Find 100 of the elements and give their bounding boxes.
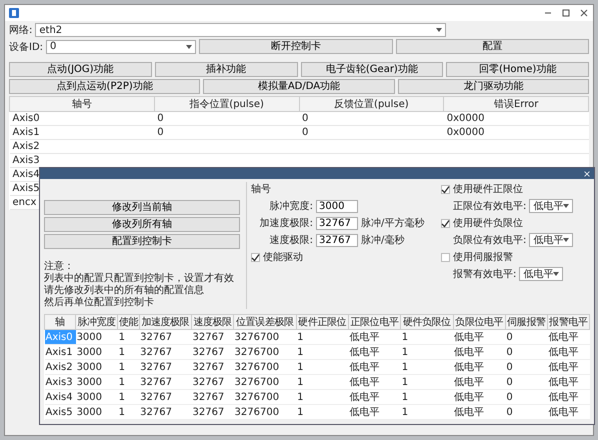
column-header: 轴号 (10, 96, 154, 112)
caret-icon (563, 204, 570, 208)
dialog-button[interactable]: 配置到控制卡 (44, 234, 240, 249)
table-cell: Axis0 (10, 112, 154, 126)
table-cell: 低电平 (453, 344, 506, 360)
table-cell: 1 (296, 390, 348, 404)
column-header: 位置误差极限 (234, 314, 296, 330)
column-header: 硬件负限位 (400, 314, 454, 330)
checkbox[interactable] (441, 218, 450, 228)
table-cell: 0 (505, 360, 548, 374)
table-cell: 32767 (191, 390, 234, 404)
table-cell: 32767 (139, 390, 192, 404)
table-cell: 32767 (139, 330, 192, 344)
device-id-dropdown[interactable]: 0 (46, 40, 196, 54)
table-cell: 3276700 (234, 344, 296, 360)
table-cell: Axis2 (44, 360, 76, 374)
table-cell: 1 (296, 374, 348, 390)
column-header: 负限位电平 (453, 314, 506, 330)
function-button[interactable]: 龙门驱动功能 (398, 79, 589, 94)
table-cell: 0x0000 (444, 126, 588, 140)
table-cell: 32767 (139, 360, 192, 374)
select-label: 负限位有效电平: (453, 234, 526, 247)
function-button[interactable]: 点动(JOG)功能 (9, 62, 152, 77)
note-text: 请先修改列表中的所有轴的配置信息 (44, 285, 205, 296)
table-cell: 1 (296, 344, 348, 360)
column-header: 脉冲宽度 (76, 314, 118, 330)
table-cell: 3276700 (234, 330, 296, 344)
table-cell: 1 (400, 344, 454, 360)
column-header: 硬件正限位 (296, 314, 348, 330)
table-cell: 0 (505, 374, 548, 390)
device-button[interactable]: 配置 (396, 39, 589, 54)
table-cell: 1 (118, 404, 140, 420)
table-cell: 3000 (76, 390, 118, 404)
function-button[interactable]: 模拟量AD/DA功能 (203, 79, 395, 94)
level-dropdown[interactable]: 低电平 (519, 267, 564, 281)
table-cell: 32767 (191, 344, 234, 360)
input-field[interactable]: 32767 (316, 234, 358, 246)
table-cell: 32767 (191, 374, 234, 390)
dialog-button[interactable]: 修改列当前轴 (44, 200, 240, 215)
table-cell: 低电平 (453, 330, 506, 344)
column-header: 指令位置(pulse) (154, 96, 299, 112)
table-cell: 3276700 (234, 390, 296, 404)
table-cell: 1 (118, 374, 140, 390)
function-button[interactable]: 点到点运动(P2P)功能 (9, 79, 200, 94)
table-cell: 1 (296, 360, 348, 374)
table-row[interactable]: Axis3 3000 1 32767 32767 3276700 1 低电平 1 低电平 0 低电平 (44, 374, 590, 390)
note-text: 列表中的配置只配置到控制卡，设置才有效 (44, 273, 235, 284)
caret-icon (436, 28, 442, 32)
table-cell: 0 (299, 126, 444, 140)
close-icon[interactable] (579, 8, 589, 18)
table-cell: 32767 (191, 330, 234, 344)
table-cell: 1 (296, 330, 348, 344)
table-cell: 0x0000 (444, 112, 588, 126)
table-cell: Axis1 (44, 344, 76, 360)
table-cell: 3000 (76, 330, 118, 344)
function-button[interactable]: 电子齿轮(Gear)功能 (300, 62, 444, 77)
level-dropdown[interactable]: 低电平 (529, 233, 574, 247)
function-button[interactable]: 插补功能 (154, 62, 298, 77)
checkbox-label: 使用硬件负限位 (453, 217, 523, 230)
column-header: 加速度极限 (139, 314, 192, 330)
select-label: 正限位有效电平: (453, 200, 526, 213)
table-cell: 低电平 (547, 390, 590, 404)
level-dropdown[interactable]: 低电平 (529, 199, 574, 213)
table-cell: Axis5 (44, 404, 76, 420)
table-cell: Axis1 (10, 126, 154, 140)
column-header: 轴 (44, 314, 76, 330)
checkbox[interactable] (441, 184, 450, 194)
device-id-label: 设备ID: (9, 40, 44, 54)
app-icon (9, 8, 19, 18)
table-cell: 0 (154, 112, 299, 126)
field-label: 加速度极限: (258, 216, 313, 230)
table-row[interactable]: Axis0 3000 1 32767 32767 3276700 1 低电平 1 低电平 0 低电平 (44, 330, 590, 344)
table-cell: 1 (400, 390, 454, 404)
table-cell: 0 (505, 404, 548, 420)
network-dropdown[interactable]: eth2 (35, 23, 446, 37)
table-cell: 低电平 (453, 404, 506, 420)
device-button[interactable]: 断开控制卡 (199, 39, 393, 54)
table-row[interactable]: Axis5 3000 1 32767 32767 3276700 1 低电平 1 低电平 0 低电平 (44, 404, 590, 420)
table-cell: 32767 (139, 344, 192, 360)
table-cell: 1 (400, 404, 454, 420)
table-cell: 低电平 (348, 390, 401, 404)
note-title: 注意： (44, 261, 75, 272)
table-row[interactable]: Axis1 3000 1 32767 32767 3276700 1 低电平 1 低电平 0 低电平 (44, 344, 590, 360)
dialog-button[interactable]: 修改列所有轴 (44, 217, 240, 232)
table-cell: 低电平 (547, 374, 590, 390)
table-cell: 低电平 (547, 404, 590, 420)
maximize-icon[interactable] (561, 8, 571, 18)
input-field[interactable]: 32767 (316, 216, 358, 230)
column-header: 使能 (118, 314, 140, 330)
column-header: 反馈位置(pulse) (299, 96, 444, 112)
table-cell: 32767 (139, 374, 192, 390)
function-button[interactable]: 回零(Home)功能 (446, 62, 589, 77)
checkbox[interactable] (251, 252, 260, 262)
input-field[interactable]: 3000 (316, 200, 358, 212)
column-header: 正限位电平 (348, 314, 401, 330)
table-row[interactable]: Axis4 3000 1 32767 32767 3276700 1 低电平 1 低电平 0 低电平 (44, 390, 590, 404)
checkbox[interactable] (441, 252, 450, 262)
table-cell: 低电平 (453, 360, 506, 374)
checkbox-label: 使用硬件正限位 (453, 183, 523, 196)
table-row[interactable]: Axis2 3000 1 32767 32767 3276700 1 低电平 1 低电平 0 低电平 (44, 360, 590, 374)
